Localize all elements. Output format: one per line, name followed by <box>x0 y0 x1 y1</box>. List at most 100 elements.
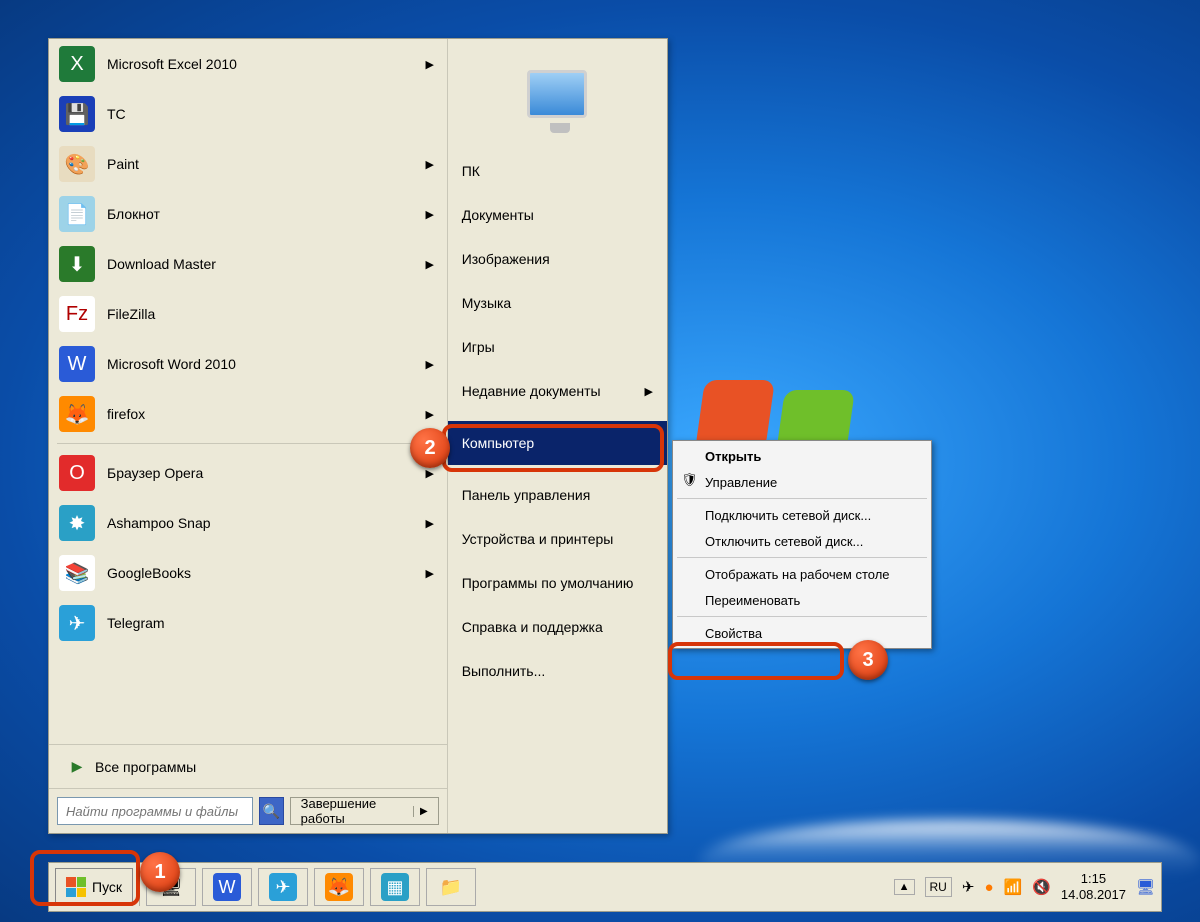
prog-gbooks[interactable]: 📚GoogleBooks▶ <box>49 548 447 598</box>
language-indicator[interactable]: RU <box>925 877 952 897</box>
clock-time: 1:15 <box>1061 871 1126 887</box>
chevron-right-icon: ▶ <box>423 358 437 371</box>
program-label: Download Master <box>107 256 423 272</box>
task-folder[interactable]: 📁 <box>426 868 476 906</box>
r-devices[interactable]: Устройства и принтеры <box>448 517 667 561</box>
start-menu: XMicrosoft Excel 2010▶💾TC🎨Paint▶📄Блокнот… <box>48 38 668 834</box>
context-label: Отключить сетевой диск... <box>705 534 863 549</box>
menu-label: Выполнить... <box>462 663 546 679</box>
menu-label: Справка и поддержка <box>462 619 603 635</box>
windows-flag-icon <box>66 877 86 897</box>
task-word[interactable]: W <box>202 868 252 906</box>
prog-paint[interactable]: 🎨 Paint▶ <box>49 139 447 189</box>
r-defaults[interactable]: Программы по умолчанию <box>448 561 667 605</box>
task-firefox[interactable]: 🦊 <box>314 868 364 906</box>
ctx-map-drive[interactable]: Подключить сетевой диск... <box>675 502 929 528</box>
prog-opera[interactable]: OБраузер Opera▶ <box>49 448 447 498</box>
ctx-open[interactable]: Открыть <box>675 443 929 469</box>
prog-excel-icon: X <box>59 46 95 82</box>
r-recent[interactable]: Недавние документы ▶ <box>448 369 667 413</box>
all-programs-label: Все программы <box>95 759 196 775</box>
ctx-unmap-drive[interactable]: Отключить сетевой диск... <box>675 528 929 554</box>
program-label: firefox <box>107 406 423 422</box>
context-separator <box>677 557 927 558</box>
shutdown-button[interactable]: Завершение работы ▶ <box>290 797 439 825</box>
tray-monitor-icon[interactable]: 🖥 <box>1136 878 1155 896</box>
r-images[interactable]: Изображения <box>448 237 667 281</box>
clock-date: 14.08.2017 <box>1061 887 1126 903</box>
program-label: Блокнот <box>107 206 423 222</box>
prog-excel[interactable]: XMicrosoft Excel 2010▶ <box>49 39 447 89</box>
taskbar: Пуск 🖥W✈🦊▦📁 ▲ RU ✈ ● 📶 🔇 1:15 14.08.2017… <box>48 862 1162 912</box>
tray-expand-icon[interactable]: ▲ <box>894 879 915 895</box>
prog-snap-icon: ✸ <box>59 505 95 541</box>
menu-label: ПК <box>462 163 480 179</box>
prog-telegram[interactable]: ✈ Telegram <box>49 598 447 648</box>
r-computer[interactable]: Компьютер <box>448 421 667 465</box>
task-telegram[interactable]: ✈ <box>258 868 308 906</box>
task-snap[interactable]: ▦ <box>370 868 420 906</box>
tray-volume-icon[interactable]: 🔇 <box>1032 878 1051 896</box>
start-menu-left: XMicrosoft Excel 2010▶💾TC🎨Paint▶📄Блокнот… <box>49 39 448 833</box>
program-label: TC <box>107 106 437 122</box>
prog-filezilla[interactable]: FzFileZilla <box>49 289 447 339</box>
menu-label: Компьютер <box>462 435 534 451</box>
chevron-right-icon: ▶ <box>645 385 653 398</box>
prog-gbooks-icon: 📚 <box>59 555 95 591</box>
r-controlpanel[interactable]: Панель управления <box>448 473 667 517</box>
triangle-icon: ▶ <box>59 758 95 775</box>
prog-firefox-icon: 🦊 <box>59 396 95 432</box>
r-documents[interactable]: Документы <box>448 193 667 237</box>
context-label: Управление <box>705 475 777 490</box>
shield-icon <box>681 474 697 490</box>
prog-firefox[interactable]: 🦊 firefox▶ <box>49 389 447 439</box>
ctx-properties[interactable]: Свойства <box>675 620 929 646</box>
system-tray: ▲ RU ✈ ● 📶 🔇 1:15 14.08.2017 🖥 <box>894 871 1155 902</box>
r-run[interactable]: Выполнить... <box>448 649 667 693</box>
tray-avast-icon[interactable]: ● <box>984 879 993 896</box>
prog-snap[interactable]: ✸Ashampoo Snap▶ <box>49 498 447 548</box>
prog-dm-icon: ⬇ <box>59 246 95 282</box>
context-separator <box>677 616 927 617</box>
prog-tc[interactable]: 💾TC <box>49 89 447 139</box>
menu-label: Недавние документы <box>462 383 601 399</box>
menu-label: Программы по умолчанию <box>462 575 634 591</box>
start-button[interactable]: Пуск <box>55 868 133 906</box>
r-help[interactable]: Справка и поддержка <box>448 605 667 649</box>
prog-notepad-icon: 📄 <box>59 196 95 232</box>
prog-paint-icon: 🎨 <box>59 146 95 182</box>
context-label: Открыть <box>705 449 761 464</box>
program-label: Paint <box>107 156 423 172</box>
program-label: Браузер Opera <box>107 465 423 481</box>
r-games[interactable]: Игры <box>448 325 667 369</box>
chevron-right-icon: ▶ <box>423 408 437 421</box>
prog-dm[interactable]: ⬇ Download Master▶ <box>49 239 447 289</box>
menu-label: Изображения <box>462 251 550 267</box>
menu-label: Игры <box>462 339 495 355</box>
chevron-right-icon: ▶ <box>423 158 437 171</box>
separator <box>57 443 439 444</box>
ctx-show-desktop[interactable]: Отображать на рабочем столе <box>675 561 929 587</box>
program-label: GoogleBooks <box>107 565 423 581</box>
r-pc[interactable]: ПК <box>448 149 667 193</box>
clock[interactable]: 1:15 14.08.2017 <box>1061 871 1126 902</box>
user-picture[interactable] <box>448 39 667 149</box>
search-button[interactable]: 🔍 <box>259 797 284 825</box>
ctx-rename[interactable]: Переименовать <box>675 587 929 613</box>
start-menu-right: ПК Документы Изображения Музыка Игры Недавние… <box>448 39 667 833</box>
search-row: 🔍 Завершение работы ▶ <box>49 788 447 833</box>
tray-network-icon[interactable]: 📶 <box>1004 878 1023 896</box>
start-label: Пуск <box>92 879 122 895</box>
program-label: FileZilla <box>107 306 437 322</box>
prog-telegram-icon: ✈ <box>59 605 95 641</box>
all-programs[interactable]: ▶ Все программы <box>49 744 447 788</box>
ctx-manage[interactable]: Управление <box>675 469 929 495</box>
tray-telegram-icon[interactable]: ✈ <box>962 878 975 896</box>
context-separator <box>677 498 927 499</box>
prog-word[interactable]: WMicrosoft Word 2010▶ <box>49 339 447 389</box>
chevron-right-icon: ▶ <box>423 258 437 271</box>
prog-notepad[interactable]: 📄Блокнот▶ <box>49 189 447 239</box>
search-input[interactable] <box>57 797 253 825</box>
r-music[interactable]: Музыка <box>448 281 667 325</box>
program-label: Telegram <box>107 615 437 631</box>
